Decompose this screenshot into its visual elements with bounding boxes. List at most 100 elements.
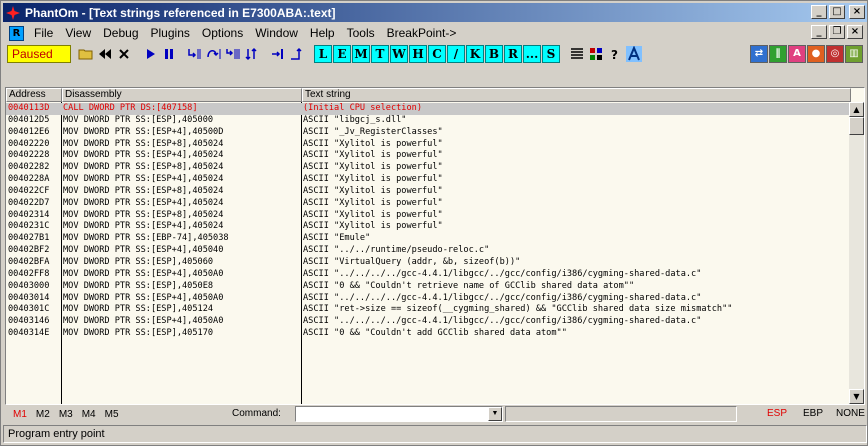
plugin-a-icon[interactable] xyxy=(625,45,643,63)
row-disassembly: MOV DWORD PTR SS:[ESP+4],405024 xyxy=(63,150,224,161)
patches-button[interactable]: / xyxy=(447,45,465,63)
step-over-icon[interactable] xyxy=(205,45,223,63)
plugin-a-pink-icon[interactable]: A xyxy=(788,45,806,63)
run-trace-button[interactable]: ... xyxy=(523,45,541,63)
row-address: 00402228 xyxy=(8,150,50,161)
vertical-scrollbar[interactable]: ▲ ▼ xyxy=(849,102,864,404)
register-ebp[interactable]: EBP xyxy=(803,408,823,419)
row-disassembly: MOV DWORD PTR SS:[ESP+4],4050A0 xyxy=(63,292,224,303)
table-row[interactable]: 00403000 MOV DWORD PTR SS:[ESP],4050E8 ASC… xyxy=(6,281,851,293)
plugin-green-icon[interactable]: ∥ xyxy=(769,45,787,63)
column-header-address[interactable]: Address xyxy=(6,88,62,102)
register-none[interactable]: NONE xyxy=(836,408,865,419)
table-row[interactable]: 00402BF2 MOV DWORD PTR SS:[ESP+4],405040 A… xyxy=(6,245,851,257)
menu-view[interactable]: View xyxy=(59,26,97,40)
refresh-icon[interactable]: ⇄ xyxy=(750,45,768,63)
table-row[interactable]: 0040231C MOV DWORD PTR SS:[ESP+4],405024 A… xyxy=(6,221,851,233)
table-row[interactable]: 00402220 MOV DWORD PTR SS:[ESP+8],405024 A… xyxy=(6,139,851,151)
column-header-disassembly[interactable]: Disassembly xyxy=(62,88,302,102)
r-icon[interactable]: R xyxy=(9,25,24,41)
menu-breakpoint[interactable]: BreakPoint-> xyxy=(381,26,463,40)
menu-file[interactable]: File xyxy=(28,26,59,40)
open-folder-icon[interactable] xyxy=(77,45,95,63)
windows-button[interactable]: W xyxy=(390,45,408,63)
source-button[interactable]: S xyxy=(542,45,560,63)
cpu-button[interactable]: C xyxy=(428,45,446,63)
memory-tab-m4[interactable]: M4 xyxy=(82,409,96,420)
column-header-text-string[interactable]: Text string xyxy=(302,88,851,102)
menu-options[interactable]: Options xyxy=(196,26,249,40)
row-disassembly: MOV DWORD PTR SS:[ESP+4],4050A0 xyxy=(63,316,224,327)
pause-icon[interactable] xyxy=(160,45,178,63)
memory-tab-m2[interactable]: M2 xyxy=(36,409,50,420)
scroll-thumb[interactable] xyxy=(849,117,864,135)
command-bar: M1 M2 M3 M4 M5 Command: ▼ ESP EBP NONE xyxy=(3,405,867,423)
table-row[interactable]: 0040301C MOV DWORD PTR SS:[ESP],405124 ASC… xyxy=(6,304,851,316)
table-row[interactable]: 00402282 MOV DWORD PTR SS:[ESP+8],405024 A… xyxy=(6,162,851,174)
window-title: PhantOm - [Text strings referenced in E7… xyxy=(25,5,336,20)
table-row[interactable]: 00403014 MOV DWORD PTR SS:[ESP+4],4050A0 A… xyxy=(6,293,851,305)
toolbar-separator xyxy=(134,45,140,63)
step-into-icon[interactable] xyxy=(186,45,204,63)
memory-tab-m1[interactable]: M1 xyxy=(13,409,27,420)
table-row[interactable]: 004022CF MOV DWORD PTR SS:[ESP+8],405024 A… xyxy=(6,186,851,198)
menu-window[interactable]: Window xyxy=(249,26,304,40)
phantom-app-icon[interactable] xyxy=(5,5,21,21)
menu-tools[interactable]: Tools xyxy=(341,26,381,40)
mdi-controls: _ ❐ × xyxy=(811,25,863,39)
toolbar-separator xyxy=(179,45,185,63)
rewind-icon[interactable] xyxy=(96,45,114,63)
command-input[interactable]: ▼ xyxy=(295,406,503,422)
table-row[interactable]: 0040228A MOV DWORD PTR SS:[ESP+4],405024 A… xyxy=(6,174,851,186)
table-row[interactable]: 004027B1 MOV DWORD PTR SS:[EBP-74],405038… xyxy=(6,233,851,245)
table-row[interactable]: 00402228 MOV DWORD PTR SS:[ESP+4],405024 A… xyxy=(6,150,851,162)
log-window-button[interactable]: L xyxy=(314,45,332,63)
call-stack-button[interactable]: K xyxy=(466,45,484,63)
register-esp[interactable]: ESP xyxy=(767,408,787,419)
table-row[interactable]: 00402314 MOV DWORD PTR SS:[ESP+8],405024 A… xyxy=(6,210,851,222)
list-icon[interactable] xyxy=(568,45,586,63)
appearance-grid-icon[interactable] xyxy=(587,45,605,63)
table-row[interactable]: 00402BFA MOV DWORD PTR SS:[ESP],405060 ASC… xyxy=(6,257,851,269)
execute-till-return-icon[interactable] xyxy=(269,45,287,63)
executable-modules-button[interactable]: E xyxy=(333,45,351,63)
record-icon[interactable]: ● xyxy=(807,45,825,63)
mdi-restore-button[interactable]: ❐ xyxy=(829,25,845,39)
close-icon[interactable] xyxy=(115,45,133,63)
trace-over-icon[interactable] xyxy=(243,45,261,63)
maximize-button[interactable]: □ xyxy=(829,5,845,19)
chevron-down-icon[interactable]: ▼ xyxy=(488,407,502,421)
menu-debug[interactable]: Debug xyxy=(97,26,144,40)
bars-icon[interactable]: ▥ xyxy=(845,45,863,63)
table-row[interactable]: 004012D5 MOV DWORD PTR SS:[ESP],405000 ASC… xyxy=(6,115,851,127)
menu-plugins[interactable]: Plugins xyxy=(145,26,196,40)
scroll-up-icon[interactable]: ▲ xyxy=(849,102,864,117)
handles-button[interactable]: H xyxy=(409,45,427,63)
memory-tab-m5[interactable]: M5 xyxy=(105,409,119,420)
threads-button[interactable]: T xyxy=(371,45,389,63)
minimize-button[interactable]: _ xyxy=(811,5,827,19)
table-row[interactable]: 00403146 MOV DWORD PTR SS:[ESP+4],4050A0 A… xyxy=(6,316,851,328)
help-icon[interactable]: ? xyxy=(606,45,624,63)
run-icon[interactable] xyxy=(141,45,159,63)
menu-help[interactable]: Help xyxy=(304,26,341,40)
table-row[interactable]: 0040314E MOV DWORD PTR SS:[ESP],405170 ASC… xyxy=(6,328,851,340)
breakpoints-button[interactable]: B xyxy=(485,45,503,63)
close-button[interactable]: × xyxy=(849,5,865,19)
title-bar[interactable]: PhantOm - [Text strings referenced in E7… xyxy=(3,3,867,22)
memory-map-button[interactable]: M xyxy=(352,45,370,63)
goto-address-icon[interactable] xyxy=(288,45,306,63)
text-strings-pane[interactable]: Address Disassembly Text string 0040113D… xyxy=(5,87,865,405)
table-row[interactable]: 004022D7 MOV DWORD PTR SS:[ESP+4],405024 A… xyxy=(6,198,851,210)
references-button[interactable]: R xyxy=(504,45,522,63)
scroll-down-icon[interactable]: ▼ xyxy=(849,389,864,404)
table-row[interactable]: 004012E6 MOV DWORD PTR SS:[ESP+4],40500D A… xyxy=(6,127,851,139)
row-address: 00402BFA xyxy=(8,256,50,267)
mdi-close-button[interactable]: × xyxy=(847,25,863,39)
mdi-minimize-button[interactable]: _ xyxy=(811,25,827,39)
memory-tab-m3[interactable]: M3 xyxy=(59,409,73,420)
trace-into-icon[interactable] xyxy=(224,45,242,63)
table-row[interactable]: 0040113D CALL DWORD PTR DS:[407158] (Initi… xyxy=(6,103,851,115)
target-icon[interactable]: ◎ xyxy=(826,45,844,63)
table-row[interactable]: 00402FF8 MOV DWORD PTR SS:[ESP+4],4050A0 A… xyxy=(6,269,851,281)
